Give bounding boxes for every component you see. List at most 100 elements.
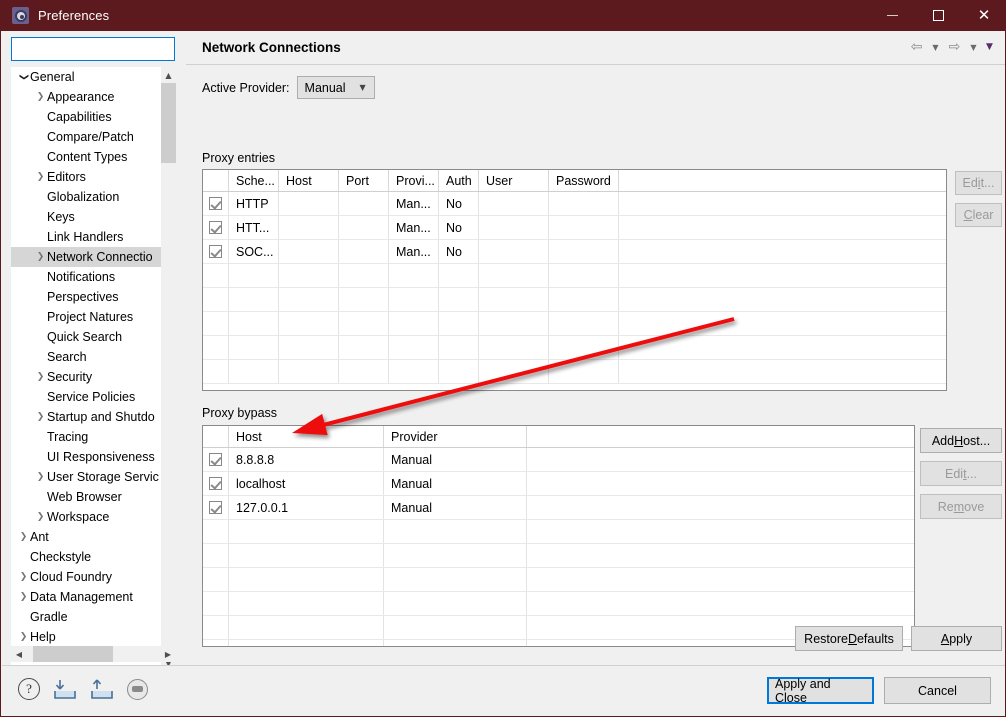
sidebar-item-search[interactable]: Search xyxy=(11,347,161,367)
add-host-button[interactable]: Add Host... xyxy=(920,428,1002,453)
proxy-entries-clear-button[interactable]: Clear xyxy=(955,203,1002,227)
sidebar-item-link-handlers[interactable]: Link Handlers xyxy=(11,227,161,247)
active-provider-combo[interactable]: Manual ▼ xyxy=(296,76,375,99)
restore-defaults-button[interactable]: Restore Defaults xyxy=(795,626,903,651)
chevron-right-icon[interactable]: ❯ xyxy=(17,572,30,582)
apply-button[interactable]: Apply xyxy=(911,626,1002,651)
tree-vertical-scrollbar[interactable]: ▲ ▼ xyxy=(161,67,176,671)
sidebar-item-startup-and-shutdo[interactable]: ❯ Startup and Shutdo xyxy=(11,407,161,427)
sidebar-item-keys[interactable]: Keys xyxy=(11,207,161,227)
column-header[interactable] xyxy=(203,426,229,447)
chevron-right-icon[interactable]: ❯ xyxy=(34,92,47,102)
row-checkbox[interactable] xyxy=(203,192,229,215)
search-input[interactable] xyxy=(11,37,175,61)
view-menu-icon[interactable]: ▼ xyxy=(983,38,996,56)
apply-and-close-button[interactable]: Apply and Close xyxy=(767,677,874,705)
minimize-button[interactable] xyxy=(869,0,915,31)
table-empty-row[interactable] xyxy=(203,288,946,312)
tree-horizontal-scrollbar[interactable]: ◀ ▶ xyxy=(11,646,176,662)
sidebar-item-ui-responsiveness[interactable]: UI Responsiveness xyxy=(11,447,161,467)
forward-dropdown-icon[interactable]: ▼ xyxy=(967,38,980,56)
table-row[interactable]: HTT... Man... No xyxy=(203,216,946,240)
chevron-right-icon[interactable]: ❯ xyxy=(34,512,47,522)
proxy-entries-table[interactable]: Sche... Host Port Provi... Auth User Password H… xyxy=(202,169,947,391)
sidebar-item-web-browser[interactable]: Web Browser xyxy=(11,487,161,507)
preferences-tree[interactable]: ❯ General ❯ Appearance Capabilities Compare/P… xyxy=(11,67,176,671)
proxy-bypass-table[interactable]: Host Provider 8.8.8.8 Manual localhost Manual… xyxy=(202,425,915,647)
export-icon[interactable] xyxy=(90,678,114,700)
column-header[interactable]: Provi... xyxy=(389,170,439,191)
table-empty-row[interactable] xyxy=(203,520,914,544)
sidebar-item-ant[interactable]: ❯ Ant xyxy=(11,527,161,547)
sidebar-item-checkstyle[interactable]: Checkstyle xyxy=(11,547,161,567)
column-header[interactable]: Password xyxy=(549,170,619,191)
close-button[interactable]: ✕ xyxy=(961,0,1005,31)
chevron-down-icon[interactable]: ❯ xyxy=(19,71,29,84)
hscroll-thumb[interactable] xyxy=(33,646,113,662)
table-empty-row[interactable] xyxy=(203,264,946,288)
column-header[interactable]: Auth xyxy=(439,170,479,191)
sidebar-item-capabilities[interactable]: Capabilities xyxy=(11,107,161,127)
proxy-entries-edit-button[interactable]: Ed i t... xyxy=(955,171,1002,195)
table-row[interactable]: 8.8.8.8 Manual xyxy=(203,448,914,472)
back-dropdown-icon[interactable]: ▼ xyxy=(929,38,942,56)
sidebar-item-tracing[interactable]: Tracing xyxy=(11,427,161,447)
sidebar-item-globalization[interactable]: Globalization xyxy=(11,187,161,207)
scroll-right-icon[interactable]: ▶ xyxy=(160,646,176,662)
sidebar-item-quick-search[interactable]: Quick Search xyxy=(11,327,161,347)
sidebar-item-gradle[interactable]: Gradle xyxy=(11,607,161,627)
scroll-left-icon[interactable]: ◀ xyxy=(11,646,27,662)
chevron-right-icon[interactable]: ❯ xyxy=(34,412,47,422)
table-row[interactable]: SOC... Man... No xyxy=(203,240,946,264)
proxy-bypass-remove-button[interactable]: Re m ove xyxy=(920,494,1002,519)
table-empty-row[interactable] xyxy=(203,336,946,360)
chevron-right-icon[interactable]: ❯ xyxy=(17,532,30,542)
record-icon[interactable] xyxy=(127,678,148,700)
column-header[interactable]: Sche... xyxy=(229,170,279,191)
sidebar-item-editors[interactable]: ❯ Editors xyxy=(11,167,161,187)
import-icon[interactable] xyxy=(53,678,77,700)
chevron-right-icon[interactable]: ❯ xyxy=(34,372,47,382)
chevron-right-icon[interactable]: ❯ xyxy=(17,632,30,642)
chevron-right-icon[interactable]: ❯ xyxy=(34,472,47,482)
proxy-bypass-edit-button[interactable]: Edi t... xyxy=(920,461,1002,486)
table-row[interactable]: 127.0.0.1 Manual xyxy=(203,496,914,520)
chevron-right-icon[interactable]: ❯ xyxy=(34,172,47,182)
column-header[interactable]: Provider xyxy=(384,426,527,447)
forward-arrow-icon[interactable]: ⇨ xyxy=(945,38,964,56)
column-header[interactable] xyxy=(203,170,229,191)
column-header[interactable] xyxy=(527,426,914,447)
sidebar-item-user-storage-servic[interactable]: ❯ User Storage Servic xyxy=(11,467,161,487)
table-empty-row[interactable] xyxy=(203,360,946,384)
row-checkbox[interactable] xyxy=(203,496,229,519)
table-empty-row[interactable] xyxy=(203,568,914,592)
sidebar-item-security[interactable]: ❯ Security xyxy=(11,367,161,387)
sidebar-item-compare-patch[interactable]: Compare/Patch xyxy=(11,127,161,147)
scrollbar-thumb[interactable] xyxy=(161,83,176,163)
table-row[interactable]: HTTP Man... No xyxy=(203,192,946,216)
sidebar-item-service-policies[interactable]: Service Policies xyxy=(11,387,161,407)
sidebar-item-general[interactable]: ❯ General xyxy=(11,67,161,87)
chevron-right-icon[interactable]: ❯ xyxy=(17,592,30,602)
hscroll-track[interactable] xyxy=(27,646,160,662)
table-row[interactable]: localhost Manual xyxy=(203,472,914,496)
chevron-right-icon[interactable]: ❯ xyxy=(34,252,47,262)
scroll-up-icon[interactable]: ▲ xyxy=(161,67,176,83)
table-empty-row[interactable] xyxy=(203,592,914,616)
sidebar-item-notifications[interactable]: Notifications xyxy=(11,267,161,287)
column-header[interactable]: Host xyxy=(229,426,384,447)
row-checkbox[interactable] xyxy=(203,216,229,239)
sidebar-item-data-management[interactable]: ❯ Data Management xyxy=(11,587,161,607)
sidebar-item-network-connectio[interactable]: ❯ Network Connectio xyxy=(11,247,161,267)
column-header[interactable]: Port xyxy=(339,170,389,191)
maximize-button[interactable] xyxy=(915,0,961,31)
row-checkbox[interactable] xyxy=(203,472,229,495)
column-header[interactable]: User xyxy=(479,170,549,191)
row-checkbox[interactable] xyxy=(203,448,229,471)
help-icon[interactable]: ? xyxy=(18,678,40,700)
sidebar-item-workspace[interactable]: ❯ Workspace xyxy=(11,507,161,527)
sidebar-item-cloud-foundry[interactable]: ❯ Cloud Foundry xyxy=(11,567,161,587)
sidebar-item-help[interactable]: ❯ Help xyxy=(11,627,161,647)
column-header[interactable]: Host xyxy=(279,170,339,191)
sidebar-item-content-types[interactable]: Content Types xyxy=(11,147,161,167)
